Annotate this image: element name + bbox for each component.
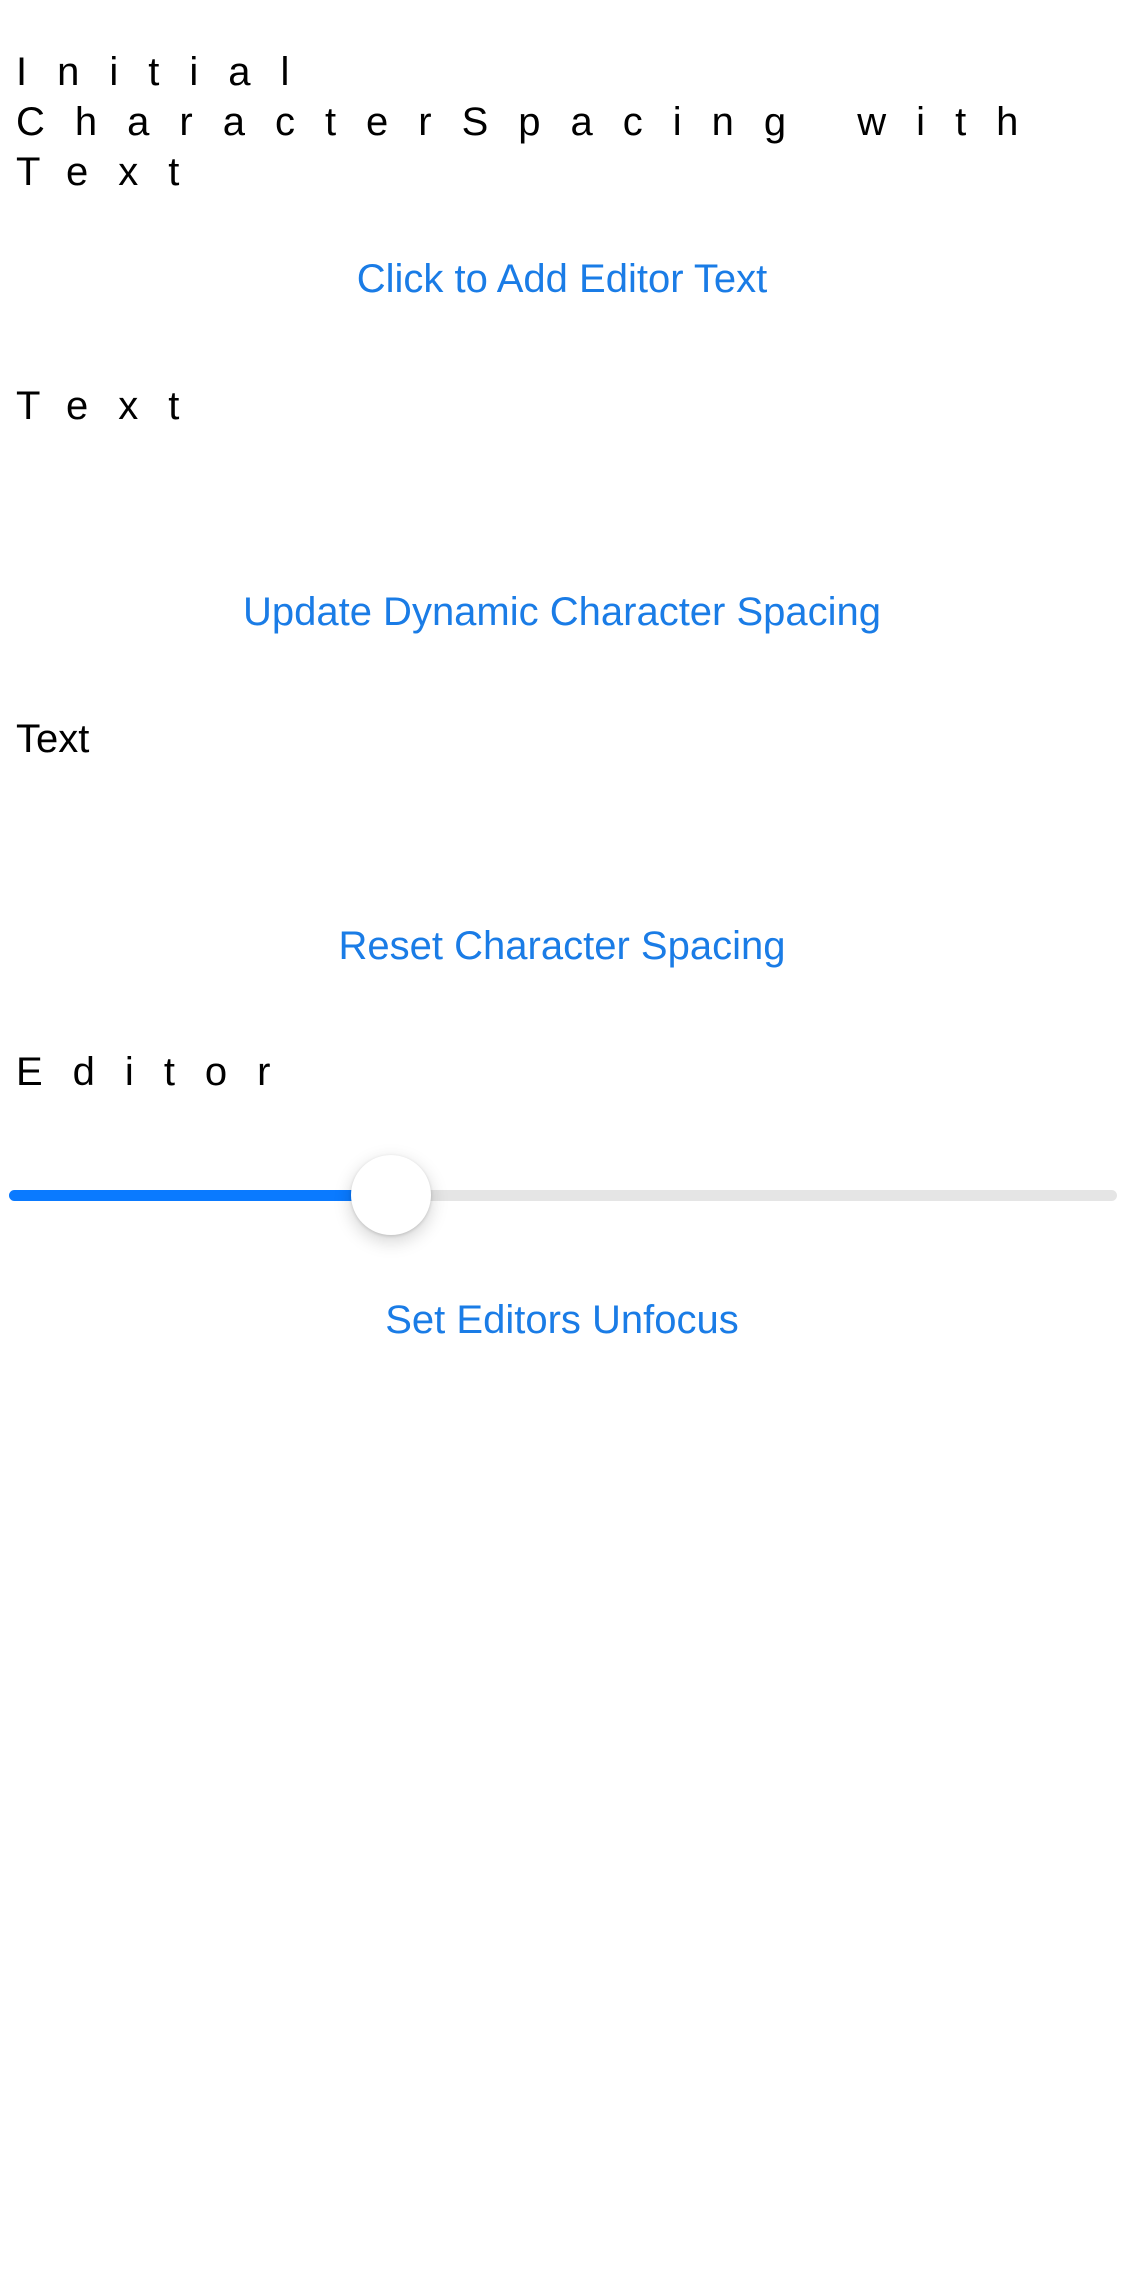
update-dynamic-character-spacing-button[interactable]: Update Dynamic Character Spacing bbox=[0, 587, 1124, 637]
set-editors-unfocus-button[interactable]: Set Editors Unfocus bbox=[0, 1295, 1124, 1345]
character-spacing-slider[interactable] bbox=[9, 1155, 1117, 1235]
reset-character-spacing-button[interactable]: Reset Character Spacing bbox=[0, 921, 1124, 971]
slider-fill bbox=[9, 1190, 392, 1201]
editor-field[interactable]: Editor bbox=[16, 1047, 1116, 1097]
slider-thumb[interactable] bbox=[351, 1155, 432, 1235]
initial-character-spacing-label: Initial CharacterSpacing with Text bbox=[16, 50, 1089, 194]
add-editor-text-button[interactable]: Click to Add Editor Text bbox=[0, 254, 1124, 304]
spaced-text-label: Text bbox=[16, 384, 210, 428]
normal-text-label: Text bbox=[16, 717, 90, 761]
